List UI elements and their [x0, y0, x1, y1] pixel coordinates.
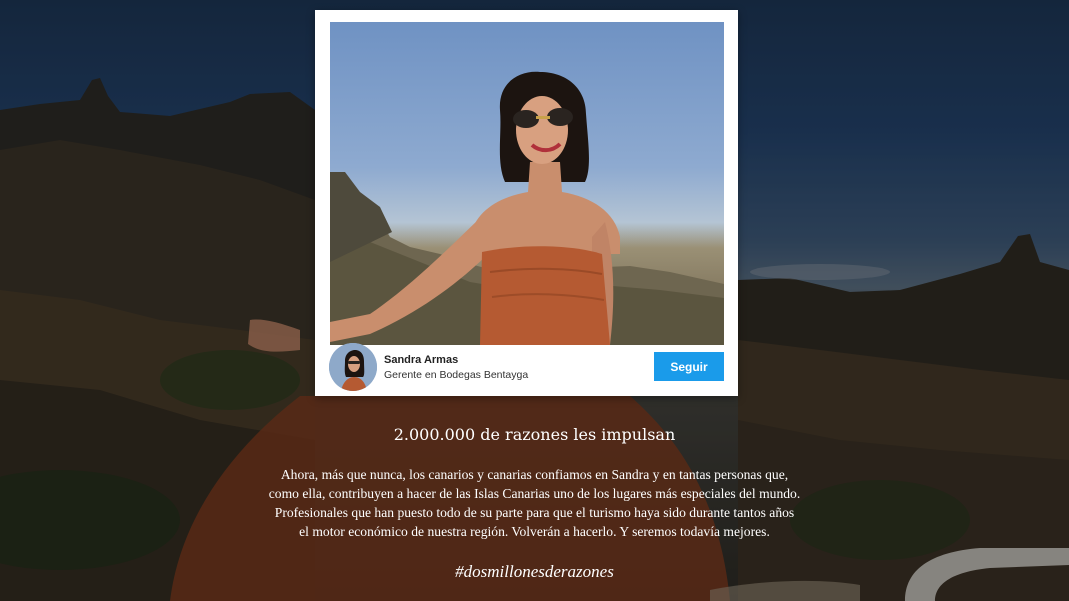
author-role: Gerente en Bodegas Bentayga — [384, 369, 529, 381]
headline: 2.000.000 de razones les impulsan — [393, 425, 676, 444]
author-name[interactable]: Sandra Armas — [384, 354, 458, 366]
body-line: como ella, contribuyen a hacer de las Is… — [268, 486, 801, 501]
body-line: Profesionales que han puesto todo de su … — [274, 505, 795, 520]
body-text: Ahora, más que nunca, los canarios y can… — [150, 465, 919, 541]
body-line: el motor económico de nuestra región. Vo… — [299, 524, 770, 539]
hashtag: #dosmillonesderazones — [455, 562, 614, 581]
post-photo — [330, 22, 724, 345]
post-author: Sandra Armas Gerente en Bodegas Bentayga… — [329, 343, 724, 393]
author-avatar[interactable] — [329, 343, 377, 391]
profile-post-card: Sandra Armas Gerente en Bodegas Bentayga… — [315, 10, 738, 396]
body-line: Ahora, más que nunca, los canarios y can… — [280, 467, 789, 482]
follow-button[interactable]: Seguir — [654, 352, 724, 381]
